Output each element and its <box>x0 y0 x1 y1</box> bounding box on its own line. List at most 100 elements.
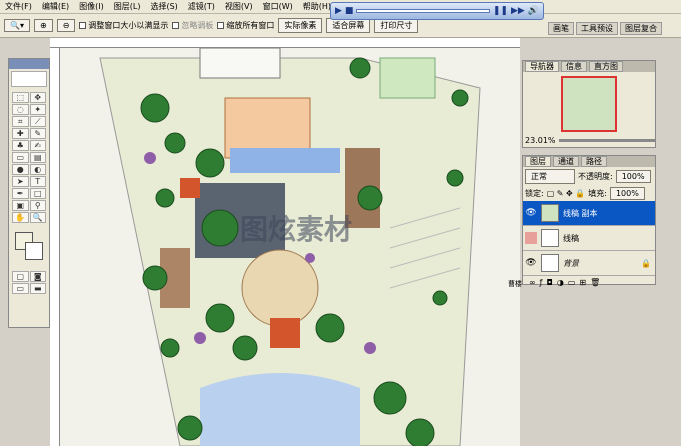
menu-item[interactable]: 视图(V) <box>220 0 258 14</box>
tab-histogram[interactable]: 直方图 <box>589 61 623 72</box>
notes-icon[interactable]: ▣ <box>12 200 29 211</box>
tab-info[interactable]: 信息 <box>561 61 587 72</box>
brush-icon[interactable]: ✎ <box>29 128 46 139</box>
screen-mode-2-icon[interactable]: ▬ <box>29 283 46 294</box>
fit-screen-button[interactable]: 适合屏幕 <box>326 18 371 33</box>
menu-item[interactable]: 窗口(W) <box>258 0 298 14</box>
path-select-icon[interactable]: ➤ <box>12 176 29 187</box>
shape-icon[interactable]: □ <box>29 188 46 199</box>
navigator-preview[interactable] <box>561 76 617 132</box>
watermark-text: 图炫素材 <box>240 213 353 246</box>
next-icon[interactable]: ▶▶ <box>511 6 525 16</box>
visibility-eye-icon[interactable] <box>525 232 537 244</box>
lock-icon: 🔒 <box>641 258 651 268</box>
move-icon[interactable]: ✥ <box>29 92 46 103</box>
gradient-icon[interactable]: ▤ <box>29 152 46 163</box>
adjustment-icon[interactable]: ◑ <box>557 278 564 287</box>
fill-label: 填充: <box>588 189 607 198</box>
fill-field[interactable]: 100% <box>609 187 645 200</box>
top-ruler <box>50 38 520 48</box>
crop-icon[interactable]: ⌗ <box>12 116 29 127</box>
opacity-field[interactable]: 100% <box>615 170 651 183</box>
zoom-out-button[interactable]: ⊖ <box>56 19 76 32</box>
tab-channels[interactable]: 通道 <box>553 156 579 167</box>
tab-tool-presets[interactable]: 工具预设 <box>576 22 618 35</box>
layer-name: 线稿 <box>563 233 579 243</box>
layer-thumbnail <box>541 229 559 247</box>
hand-icon[interactable]: ✋ <box>12 212 29 223</box>
layer-name: 背景 <box>563 258 579 268</box>
folder-icon[interactable]: ▭ <box>568 278 576 287</box>
layer-row[interactable]: 线稿 <box>523 226 655 251</box>
pen-icon[interactable]: ✒ <box>12 188 29 199</box>
visibility-eye-icon[interactable]: 👁 <box>525 257 537 269</box>
tab-brushes[interactable]: 画笔 <box>548 22 574 35</box>
tab-navigator[interactable]: 导航器 <box>525 61 559 72</box>
resize-window-checkbox[interactable]: 调整窗口大小以满显示 <box>79 20 168 31</box>
type-icon[interactable]: T <box>29 176 46 187</box>
menu-item[interactable]: 编辑(E) <box>37 0 74 14</box>
menu-item[interactable]: 图像(I) <box>74 0 109 14</box>
play-icon[interactable]: ▶ <box>335 6 342 16</box>
navigator-zoom[interactable]: 23.01% <box>525 136 556 145</box>
slice-icon[interactable]: ⟋ <box>29 116 46 127</box>
menu-item[interactable]: 图层(L) <box>109 0 146 14</box>
visibility-eye-icon[interactable]: 👁 <box>525 207 537 219</box>
toolbox: ⬚ ✥ ◌ ✦ ⌗ ⟋ ✚ ✎ ♣ ✍ ▭ ▤ ● ◐ ➤ T ✒ □ ▣ ⚲ ✋ 🔍 ▢ ◙ ▭ ▬ <box>8 58 50 328</box>
menu-item[interactable]: 选择(S) <box>145 0 182 14</box>
actual-pixels-button[interactable]: 实际像素 <box>278 18 323 33</box>
document-canvas[interactable]: 图炫素材 <box>60 48 520 446</box>
layer-row[interactable]: 👁 线稿 副本 <box>523 201 655 226</box>
tab-layers[interactable]: 图层 <box>525 156 551 167</box>
zoom-tool-preset[interactable]: 🔍▾ <box>4 19 30 32</box>
blur-icon[interactable]: ● <box>12 164 29 175</box>
navigator-panel: 导航器 信息 直方图 23.01% <box>522 60 656 148</box>
stamp-icon[interactable]: ♣ <box>12 140 29 151</box>
standard-mode-icon[interactable]: ▢ <box>12 271 29 282</box>
photoshop-logo-icon <box>11 71 47 87</box>
layer-thumbnail <box>541 254 559 272</box>
lasso-icon[interactable]: ◌ <box>12 104 29 115</box>
history-brush-icon[interactable]: ✍ <box>29 140 46 151</box>
tab-layer-comps[interactable]: 图层复合 <box>620 22 662 35</box>
trash-icon[interactable]: 🗑 <box>590 278 600 287</box>
side-label: 曹楼 <box>508 280 522 288</box>
zoom-in-button[interactable]: ⊕ <box>33 19 53 32</box>
left-ruler <box>50 48 60 446</box>
marquee-icon[interactable]: ⬚ <box>12 92 29 103</box>
new-layer-icon[interactable]: ⊞ <box>579 278 586 287</box>
volume-icon[interactable]: 🔊 <box>528 6 539 16</box>
print-size-button[interactable]: 打印尺寸 <box>374 18 419 33</box>
layers-panel: 图层 通道 路径 正常 不透明度: 100% 锁定: ▢ ✎ ✥ 🔒 填充: 1… <box>522 155 656 287</box>
stop-icon[interactable]: ■ <box>345 6 354 16</box>
color-swatches[interactable] <box>13 230 45 264</box>
zoom-icon[interactable]: 🔍 <box>29 212 46 223</box>
eraser-icon[interactable]: ▭ <box>12 152 29 163</box>
eyedropper-icon[interactable]: ⚲ <box>29 200 46 211</box>
fx-icon[interactable]: ƒ <box>540 278 543 287</box>
healing-icon[interactable]: ✚ <box>12 128 29 139</box>
magic-wand-icon[interactable]: ✦ <box>29 104 46 115</box>
layer-row[interactable]: 👁 背景 🔒 <box>523 251 655 276</box>
quickmask-icon[interactable]: ◙ <box>29 271 46 282</box>
pause-icon[interactable]: ❚❚ <box>493 6 508 16</box>
layer-thumbnail <box>541 204 559 222</box>
media-player-bar: ▶ ■ ❚❚ ▶▶ 🔊 <box>330 2 544 20</box>
menu-item[interactable]: 文件(F) <box>0 0 37 14</box>
mask-icon[interactable]: ◘ <box>547 278 553 287</box>
menu-item[interactable]: 滤镜(T) <box>183 0 220 14</box>
palette-well: 画笔 工具预设 图层复合 <box>548 22 662 35</box>
blend-mode-select[interactable]: 正常 <box>525 169 575 184</box>
dodge-icon[interactable]: ◐ <box>29 164 46 175</box>
zoom-all-checkbox[interactable]: 缩放所有窗口 <box>217 20 274 31</box>
screen-mode-1-icon[interactable]: ▭ <box>12 283 29 294</box>
seek-track[interactable] <box>356 9 490 13</box>
opacity-label: 不透明度: <box>578 172 613 181</box>
ignore-palettes-checkbox[interactable]: 忽略调板 <box>172 20 213 31</box>
tab-paths[interactable]: 路径 <box>581 156 607 167</box>
navigator-zoom-slider[interactable] <box>558 139 655 142</box>
toolbox-title <box>9 59 49 69</box>
background-color[interactable] <box>25 242 43 260</box>
link-icon[interactable]: ∞ <box>529 278 536 287</box>
lock-icons[interactable]: ▢ ✎ ✥ 🔒 <box>547 189 586 198</box>
